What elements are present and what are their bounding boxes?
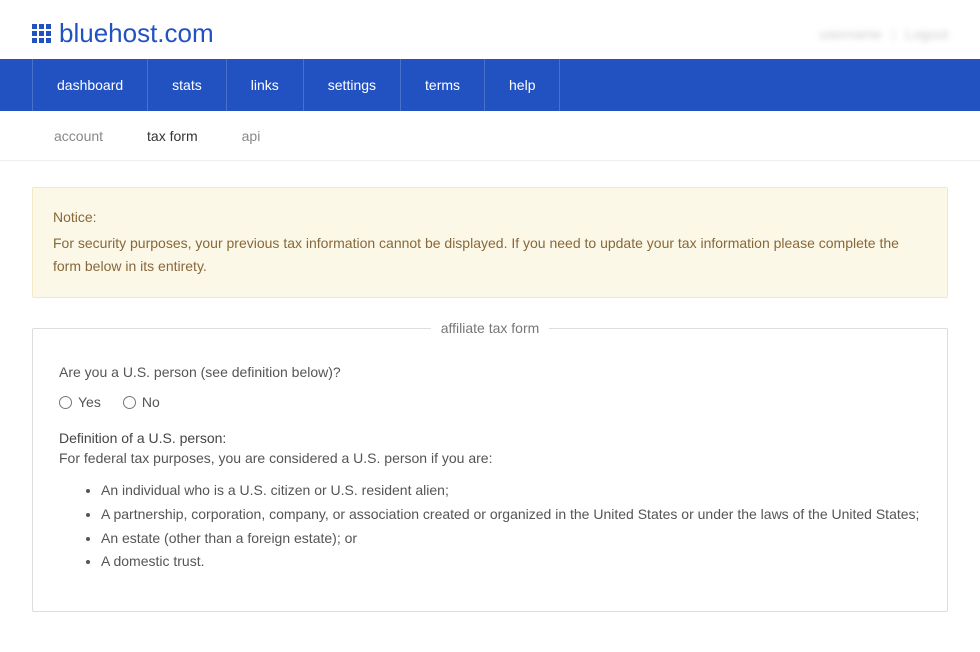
- radio-yes-group[interactable]: Yes: [59, 394, 101, 410]
- tab-tax-form[interactable]: tax form: [125, 128, 220, 144]
- form-legend: affiliate tax form: [431, 320, 550, 336]
- tax-form-fieldset: affiliate tax form Are you a U.S. person…: [32, 320, 948, 612]
- tab-account[interactable]: account: [32, 128, 125, 144]
- header: bluehost.com username | Logout: [0, 0, 980, 59]
- nav-help[interactable]: help: [485, 59, 560, 111]
- sub-nav: account tax form api: [0, 111, 980, 161]
- list-item: A partnership, corporation, company, or …: [101, 504, 921, 526]
- logo-text: bluehost.com: [59, 18, 214, 49]
- us-person-radios: Yes No: [59, 394, 921, 410]
- content: Notice: For security purposes, your prev…: [0, 161, 980, 652]
- header-right: username | Logout: [819, 26, 948, 42]
- nav-stats[interactable]: stats: [148, 59, 227, 111]
- nav-settings[interactable]: settings: [304, 59, 401, 111]
- radio-no-label: No: [142, 394, 160, 410]
- logo[interactable]: bluehost.com: [32, 18, 214, 49]
- notice-title: Notice:: [53, 206, 927, 228]
- list-item: A domestic trust.: [101, 551, 921, 573]
- notice-body: For security purposes, your previous tax…: [53, 232, 927, 277]
- definition-title: Definition of a U.S. person:: [59, 430, 921, 446]
- nav-dashboard[interactable]: dashboard: [32, 59, 148, 111]
- nav-links[interactable]: links: [227, 59, 304, 111]
- list-item: An estate (other than a foreign estate);…: [101, 528, 921, 550]
- nav-terms[interactable]: terms: [401, 59, 485, 111]
- radio-yes[interactable]: [59, 396, 72, 409]
- radio-no-group[interactable]: No: [123, 394, 160, 410]
- list-item: An individual who is a U.S. citizen or U…: [101, 480, 921, 502]
- definition-list: An individual who is a U.S. citizen or U…: [59, 480, 921, 573]
- tab-api[interactable]: api: [220, 128, 283, 144]
- header-username[interactable]: username: [819, 26, 881, 42]
- us-person-question: Are you a U.S. person (see definition be…: [59, 364, 921, 380]
- logout-link[interactable]: Logout: [905, 26, 948, 42]
- logo-icon: [32, 24, 51, 43]
- radio-yes-label: Yes: [78, 394, 101, 410]
- notice-box: Notice: For security purposes, your prev…: [32, 187, 948, 298]
- divider: |: [892, 26, 896, 42]
- definition-intro: For federal tax purposes, you are consid…: [59, 450, 921, 466]
- primary-nav: dashboard stats links settings terms hel…: [0, 59, 980, 111]
- radio-no[interactable]: [123, 396, 136, 409]
